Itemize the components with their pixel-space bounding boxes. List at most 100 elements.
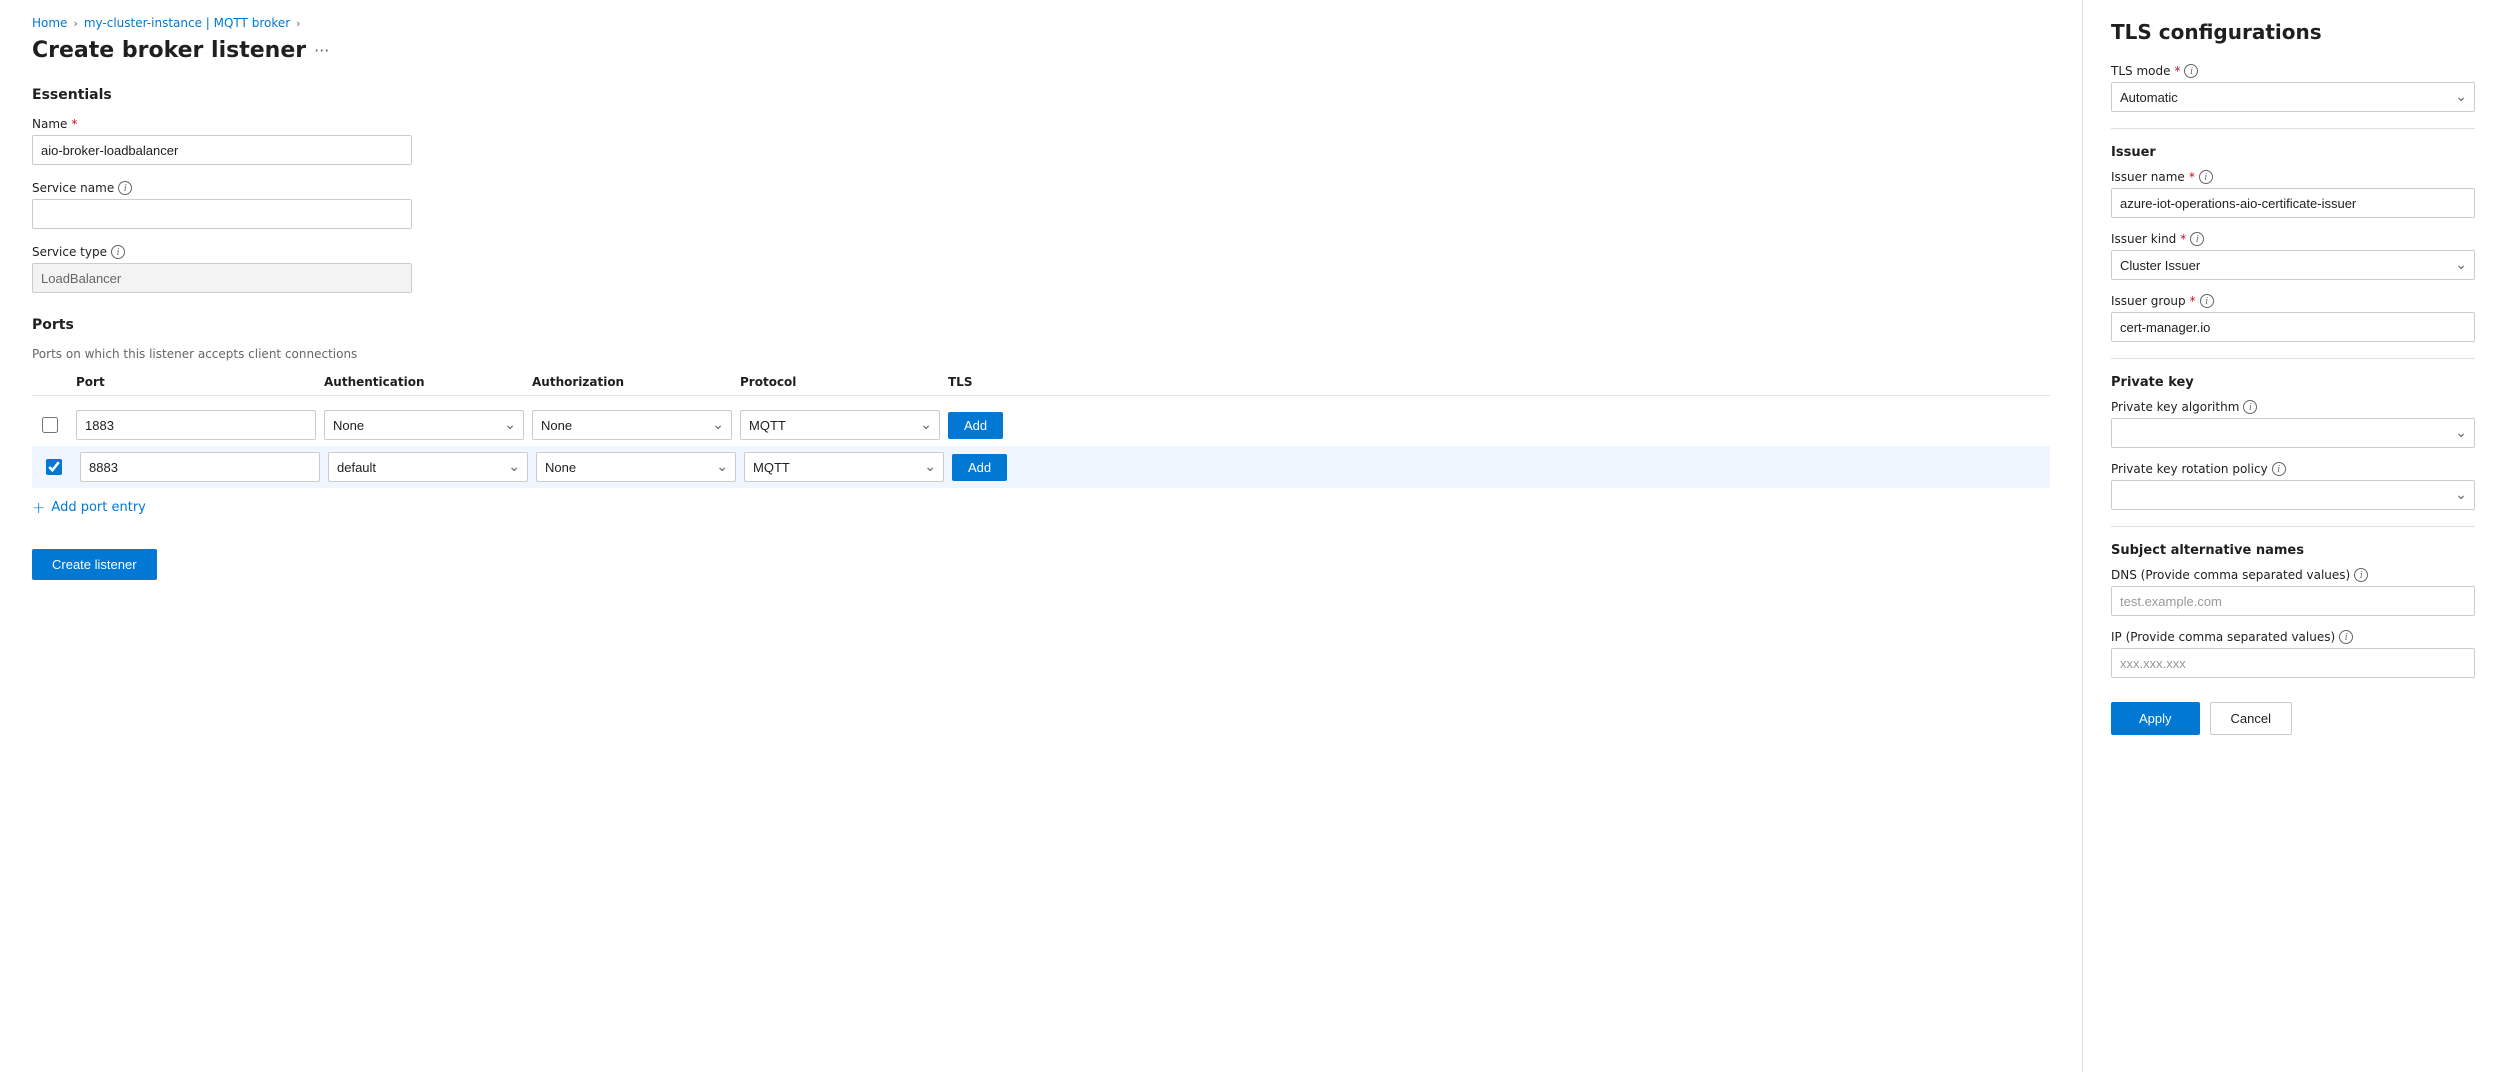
issuer-name-input[interactable]	[2111, 188, 2475, 218]
name-required: *	[71, 117, 77, 131]
service-name-label: Service name i	[32, 181, 412, 195]
port-row-1-checkbox[interactable]	[42, 417, 58, 433]
port-row-2-port-input[interactable]	[80, 452, 320, 482]
add-port-link[interactable]: + Add port entry	[32, 498, 2050, 517]
breadcrumb: Home › my-cluster-instance | MQTT broker…	[32, 16, 2050, 30]
apply-button[interactable]: Apply	[2111, 702, 2200, 735]
issuer-group-input[interactable]	[2111, 312, 2475, 342]
service-name-field-group: Service name i	[32, 181, 412, 229]
page-title-row: Create broker listener ···	[32, 38, 2050, 63]
ip-field: IP (Provide comma separated values) i	[2111, 630, 2475, 678]
dns-info-icon[interactable]: i	[2354, 568, 2368, 582]
private-key-algo-select[interactable]: EC256 EC384 RSA2048 RSA4096	[2111, 418, 2475, 448]
divider-1	[2111, 128, 2475, 129]
col-port-header: Port	[76, 375, 316, 389]
add-port-label: Add port entry	[51, 500, 145, 515]
essentials-title: Essentials	[32, 87, 2050, 103]
tls-mode-label: TLS mode * i	[2111, 64, 2475, 78]
issuer-group-field: Issuer group * i	[2111, 294, 2475, 342]
private-key-section-label: Private key	[2111, 375, 2475, 390]
port-row-2-checkbox[interactable]	[46, 459, 62, 475]
dns-input[interactable]	[2111, 586, 2475, 616]
issuer-name-required: *	[2189, 170, 2195, 184]
port-row-2-authz-select[interactable]: None	[536, 452, 736, 482]
ports-description: Ports on which this listener accepts cli…	[32, 347, 2050, 361]
ip-label: IP (Provide comma separated values) i	[2111, 630, 2475, 644]
tls-mode-select[interactable]: Automatic Manual Disabled	[2111, 82, 2475, 112]
ip-info-icon[interactable]: i	[2339, 630, 2353, 644]
name-input[interactable]	[32, 135, 412, 165]
breadcrumb-sep2: ›	[296, 17, 300, 30]
main-content: Home › my-cluster-instance | MQTT broker…	[0, 0, 2083, 1072]
issuer-name-info-icon[interactable]: i	[2199, 170, 2213, 184]
service-type-field-group: Service type i	[32, 245, 412, 293]
port-row-1-add-button[interactable]: Add	[948, 412, 1003, 439]
breadcrumb-home[interactable]: Home	[32, 16, 67, 30]
port-row-2: None default None MQTT WebSocket Add	[32, 446, 2050, 488]
issuer-kind-select-wrapper: Cluster Issuer Issuer	[2111, 250, 2475, 280]
issuer-name-field: Issuer name * i	[2111, 170, 2475, 218]
port-row-2-port-cell	[80, 452, 320, 482]
port-row-1-add-cell: Add	[948, 412, 1048, 439]
private-key-algo-field: Private key algorithm i EC256 EC384 RSA2…	[2111, 400, 2475, 448]
issuer-kind-select[interactable]: Cluster Issuer Issuer	[2111, 250, 2475, 280]
service-type-input	[32, 263, 412, 293]
tls-panel-title: TLS configurations	[2111, 20, 2475, 44]
service-type-label: Service type i	[32, 245, 412, 259]
issuer-kind-info-icon[interactable]: i	[2190, 232, 2204, 246]
service-type-info-icon[interactable]: i	[111, 245, 125, 259]
tls-mode-required: *	[2174, 64, 2180, 78]
private-key-rotation-label: Private key rotation policy i	[2111, 462, 2475, 476]
port-row-1: None default None MQTT WebSocket Add	[32, 404, 2050, 446]
tls-mode-field: TLS mode * i Automatic Manual Disabled	[2111, 64, 2475, 112]
port-row-1-protocol-select[interactable]: MQTT WebSocket	[740, 410, 940, 440]
port-row-2-auth-select[interactable]: None default	[328, 452, 528, 482]
page-title: Create broker listener	[32, 38, 306, 63]
more-options-icon[interactable]: ···	[314, 41, 329, 60]
port-row-1-protocol-select-wrapper: MQTT WebSocket	[740, 410, 940, 440]
port-row-1-auth-select-wrapper: None default	[324, 410, 524, 440]
ports-table-header: Port Authentication Authorization Protoc…	[32, 375, 2050, 396]
private-key-rotation-select[interactable]: Always Never	[2111, 480, 2475, 510]
col-protocol-header: Protocol	[740, 375, 940, 389]
tls-mode-select-wrapper: Automatic Manual Disabled	[2111, 82, 2475, 112]
san-section-label: Subject alternative names	[2111, 543, 2475, 558]
service-name-info-icon[interactable]: i	[118, 181, 132, 195]
ports-section: Ports Ports on which this listener accep…	[32, 317, 2050, 517]
port-row-1-port-cell	[76, 410, 316, 440]
issuer-name-label: Issuer name * i	[2111, 170, 2475, 184]
issuer-kind-field: Issuer kind * i Cluster Issuer Issuer	[2111, 232, 2475, 280]
issuer-section-label: Issuer	[2111, 145, 2475, 160]
ports-title: Ports	[32, 317, 2050, 333]
col-auth-header: Authentication	[324, 375, 524, 389]
issuer-group-label: Issuer group * i	[2111, 294, 2475, 308]
tls-mode-info-icon[interactable]: i	[2184, 64, 2198, 78]
plus-icon: +	[32, 498, 45, 517]
port-row-2-protocol-select[interactable]: MQTT WebSocket	[744, 452, 944, 482]
port-row-2-auth-select-wrapper: None default	[328, 452, 528, 482]
col-tls-header: TLS	[948, 375, 1048, 389]
port-row-1-auth-select[interactable]: None default	[324, 410, 524, 440]
issuer-kind-required: *	[2180, 232, 2186, 246]
private-key-rotation-field: Private key rotation policy i Always Nev…	[2111, 462, 2475, 510]
ip-input[interactable]	[2111, 648, 2475, 678]
issuer-group-info-icon[interactable]: i	[2200, 294, 2214, 308]
cancel-button[interactable]: Cancel	[2210, 702, 2292, 735]
dns-label: DNS (Provide comma separated values) i	[2111, 568, 2475, 582]
private-key-rotation-info-icon[interactable]: i	[2272, 462, 2286, 476]
create-listener-button[interactable]: Create listener	[32, 549, 157, 580]
service-name-input[interactable]	[32, 199, 412, 229]
divider-2	[2111, 358, 2475, 359]
name-field-group: Name *	[32, 117, 412, 165]
issuer-kind-label: Issuer kind * i	[2111, 232, 2475, 246]
tls-actions: Apply Cancel	[2111, 702, 2475, 735]
breadcrumb-cluster[interactable]: my-cluster-instance | MQTT broker	[84, 16, 290, 30]
port-row-1-port-input[interactable]	[76, 410, 316, 440]
divider-3	[2111, 526, 2475, 527]
essentials-section: Essentials Name * Service name i Service…	[32, 87, 2050, 293]
port-row-2-protocol-select-wrapper: MQTT WebSocket	[744, 452, 944, 482]
port-row-2-add-button[interactable]: Add	[952, 454, 1007, 481]
port-row-2-checkbox-cell	[36, 459, 72, 475]
port-row-1-authz-select[interactable]: None	[532, 410, 732, 440]
private-key-algo-info-icon[interactable]: i	[2243, 400, 2257, 414]
